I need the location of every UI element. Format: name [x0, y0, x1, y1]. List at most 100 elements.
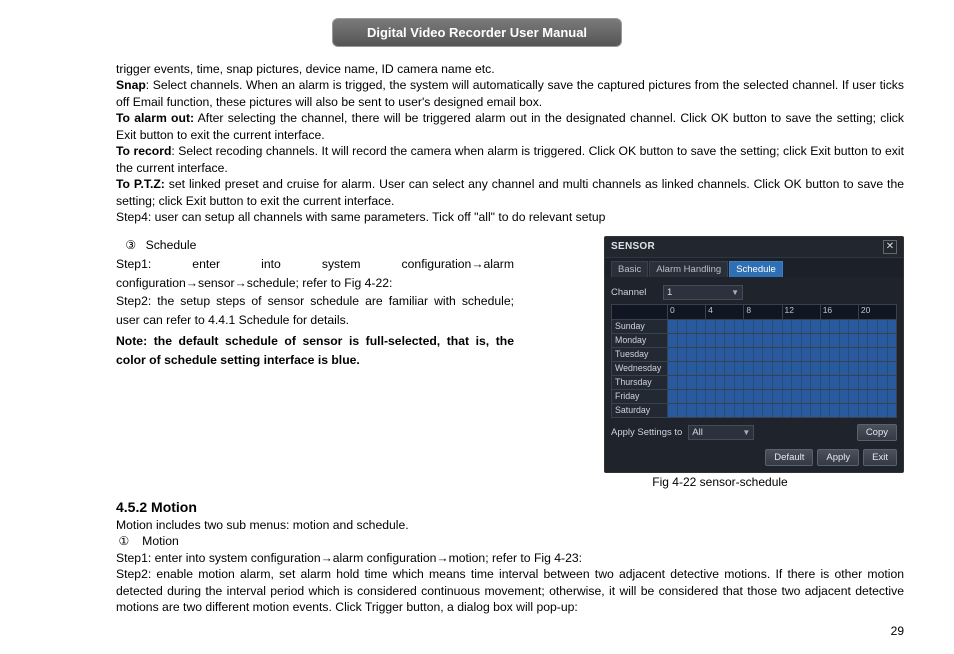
schedule-cell[interactable]	[706, 390, 716, 403]
schedule-cell[interactable]	[668, 348, 678, 361]
schedule-cell[interactable]	[754, 362, 764, 375]
schedule-cell[interactable]	[754, 376, 764, 389]
schedule-cell[interactable]	[849, 404, 859, 417]
schedule-cell[interactable]	[763, 404, 773, 417]
close-icon[interactable]: ✕	[883, 240, 897, 254]
schedule-cell[interactable]	[792, 390, 802, 403]
schedule-cell[interactable]	[878, 404, 888, 417]
schedule-cell[interactable]	[668, 334, 678, 347]
schedule-cell[interactable]	[735, 334, 745, 347]
schedule-cell[interactable]	[888, 390, 897, 403]
schedule-cell[interactable]	[697, 348, 707, 361]
tab-alarm-handling[interactable]: Alarm Handling	[649, 261, 728, 277]
schedule-cell[interactable]	[811, 376, 821, 389]
schedule-cell[interactable]	[744, 390, 754, 403]
schedule-cell[interactable]	[859, 390, 869, 403]
schedule-cell[interactable]	[792, 348, 802, 361]
schedule-cell[interactable]	[716, 362, 726, 375]
schedule-cell[interactable]	[821, 362, 831, 375]
schedule-cell[interactable]	[706, 362, 716, 375]
exit-button[interactable]: Exit	[863, 449, 897, 466]
schedule-cell[interactable]	[792, 376, 802, 389]
schedule-cell[interactable]	[678, 348, 688, 361]
schedule-cell[interactable]	[773, 404, 783, 417]
schedule-cell[interactable]	[754, 348, 764, 361]
schedule-cell[interactable]	[763, 376, 773, 389]
schedule-cell[interactable]	[716, 390, 726, 403]
schedule-cell[interactable]	[868, 320, 878, 333]
schedule-cell[interactable]	[725, 362, 735, 375]
schedule-cell[interactable]	[706, 334, 716, 347]
schedule-cell[interactable]	[678, 334, 688, 347]
schedule-cell[interactable]	[763, 320, 773, 333]
schedule-cell[interactable]	[754, 390, 764, 403]
schedule-cell[interactable]	[783, 376, 793, 389]
schedule-cell[interactable]	[697, 320, 707, 333]
schedule-cell[interactable]	[763, 334, 773, 347]
schedule-cell[interactable]	[754, 320, 764, 333]
schedule-cell[interactable]	[802, 404, 812, 417]
schedule-cell[interactable]	[668, 404, 678, 417]
schedule-cell[interactable]	[697, 390, 707, 403]
schedule-cell[interactable]	[735, 320, 745, 333]
schedule-cell[interactable]	[754, 334, 764, 347]
apply-select[interactable]: All ▼	[688, 425, 754, 440]
schedule-cell[interactable]	[811, 404, 821, 417]
schedule-cell[interactable]	[811, 334, 821, 347]
schedule-cell[interactable]	[868, 334, 878, 347]
schedule-cell[interactable]	[687, 390, 697, 403]
schedule-cell[interactable]	[840, 348, 850, 361]
schedule-cell[interactable]	[840, 362, 850, 375]
schedule-cell[interactable]	[783, 320, 793, 333]
schedule-cell[interactable]	[878, 348, 888, 361]
schedule-cell[interactable]	[840, 334, 850, 347]
schedule-cell[interactable]	[821, 404, 831, 417]
schedule-cell[interactable]	[849, 348, 859, 361]
schedule-cell[interactable]	[811, 362, 821, 375]
schedule-cell[interactable]	[811, 390, 821, 403]
schedule-cell[interactable]	[678, 362, 688, 375]
schedule-grid[interactable]: 048121620 SundayMondayTuesdayWednesdayTh…	[611, 304, 897, 418]
schedule-cell[interactable]	[830, 404, 840, 417]
schedule-cell[interactable]	[668, 362, 678, 375]
schedule-cell[interactable]	[773, 390, 783, 403]
schedule-cell[interactable]	[773, 320, 783, 333]
schedule-cell[interactable]	[868, 348, 878, 361]
schedule-cell[interactable]	[687, 404, 697, 417]
schedule-cell[interactable]	[706, 376, 716, 389]
schedule-cell[interactable]	[830, 376, 840, 389]
schedule-cell[interactable]	[868, 376, 878, 389]
schedule-cell[interactable]	[716, 376, 726, 389]
schedule-cell[interactable]	[783, 390, 793, 403]
tab-schedule[interactable]: Schedule	[729, 261, 783, 277]
schedule-cell[interactable]	[735, 348, 745, 361]
schedule-cell[interactable]	[783, 362, 793, 375]
schedule-cell[interactable]	[792, 404, 802, 417]
schedule-cell[interactable]	[783, 404, 793, 417]
schedule-cell[interactable]	[668, 320, 678, 333]
schedule-cell[interactable]	[849, 376, 859, 389]
schedule-cell[interactable]	[763, 362, 773, 375]
schedule-cell[interactable]	[687, 348, 697, 361]
schedule-cell[interactable]	[763, 390, 773, 403]
schedule-cell[interactable]	[821, 348, 831, 361]
default-button[interactable]: Default	[765, 449, 813, 466]
schedule-cell[interactable]	[706, 404, 716, 417]
schedule-cell[interactable]	[744, 404, 754, 417]
schedule-cell[interactable]	[735, 362, 745, 375]
schedule-cell[interactable]	[773, 334, 783, 347]
schedule-cell[interactable]	[697, 334, 707, 347]
schedule-cell[interactable]	[859, 334, 869, 347]
schedule-cell[interactable]	[830, 390, 840, 403]
schedule-cell[interactable]	[725, 348, 735, 361]
schedule-cell[interactable]	[888, 404, 897, 417]
schedule-cell[interactable]	[830, 362, 840, 375]
copy-button[interactable]: Copy	[857, 424, 897, 441]
schedule-cell[interactable]	[849, 320, 859, 333]
schedule-cell[interactable]	[697, 404, 707, 417]
schedule-cell[interactable]	[868, 362, 878, 375]
schedule-cell[interactable]	[802, 390, 812, 403]
schedule-cell[interactable]	[802, 362, 812, 375]
schedule-cell[interactable]	[878, 334, 888, 347]
schedule-cell[interactable]	[859, 362, 869, 375]
